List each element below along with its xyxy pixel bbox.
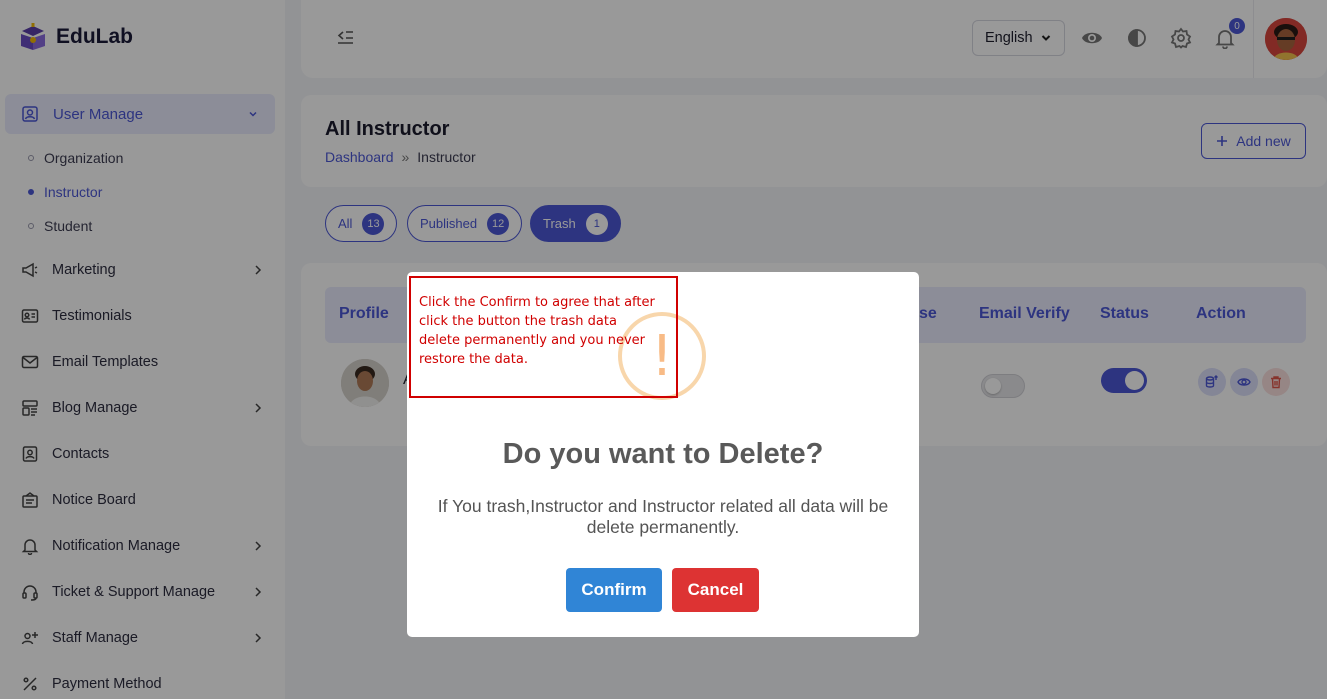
cancel-button[interactable]: Cancel bbox=[672, 568, 759, 612]
annotation-text: Click the Confirm to agree that after cl… bbox=[419, 295, 655, 367]
confirm-button[interactable]: Confirm bbox=[566, 568, 662, 612]
dialog-message: If You trash,Instructor and Instructor r… bbox=[437, 496, 889, 537]
dialog-title: Do you want to Delete? bbox=[502, 438, 824, 470]
annotation-callout: Click the Confirm to agree that after cl… bbox=[409, 276, 678, 398]
